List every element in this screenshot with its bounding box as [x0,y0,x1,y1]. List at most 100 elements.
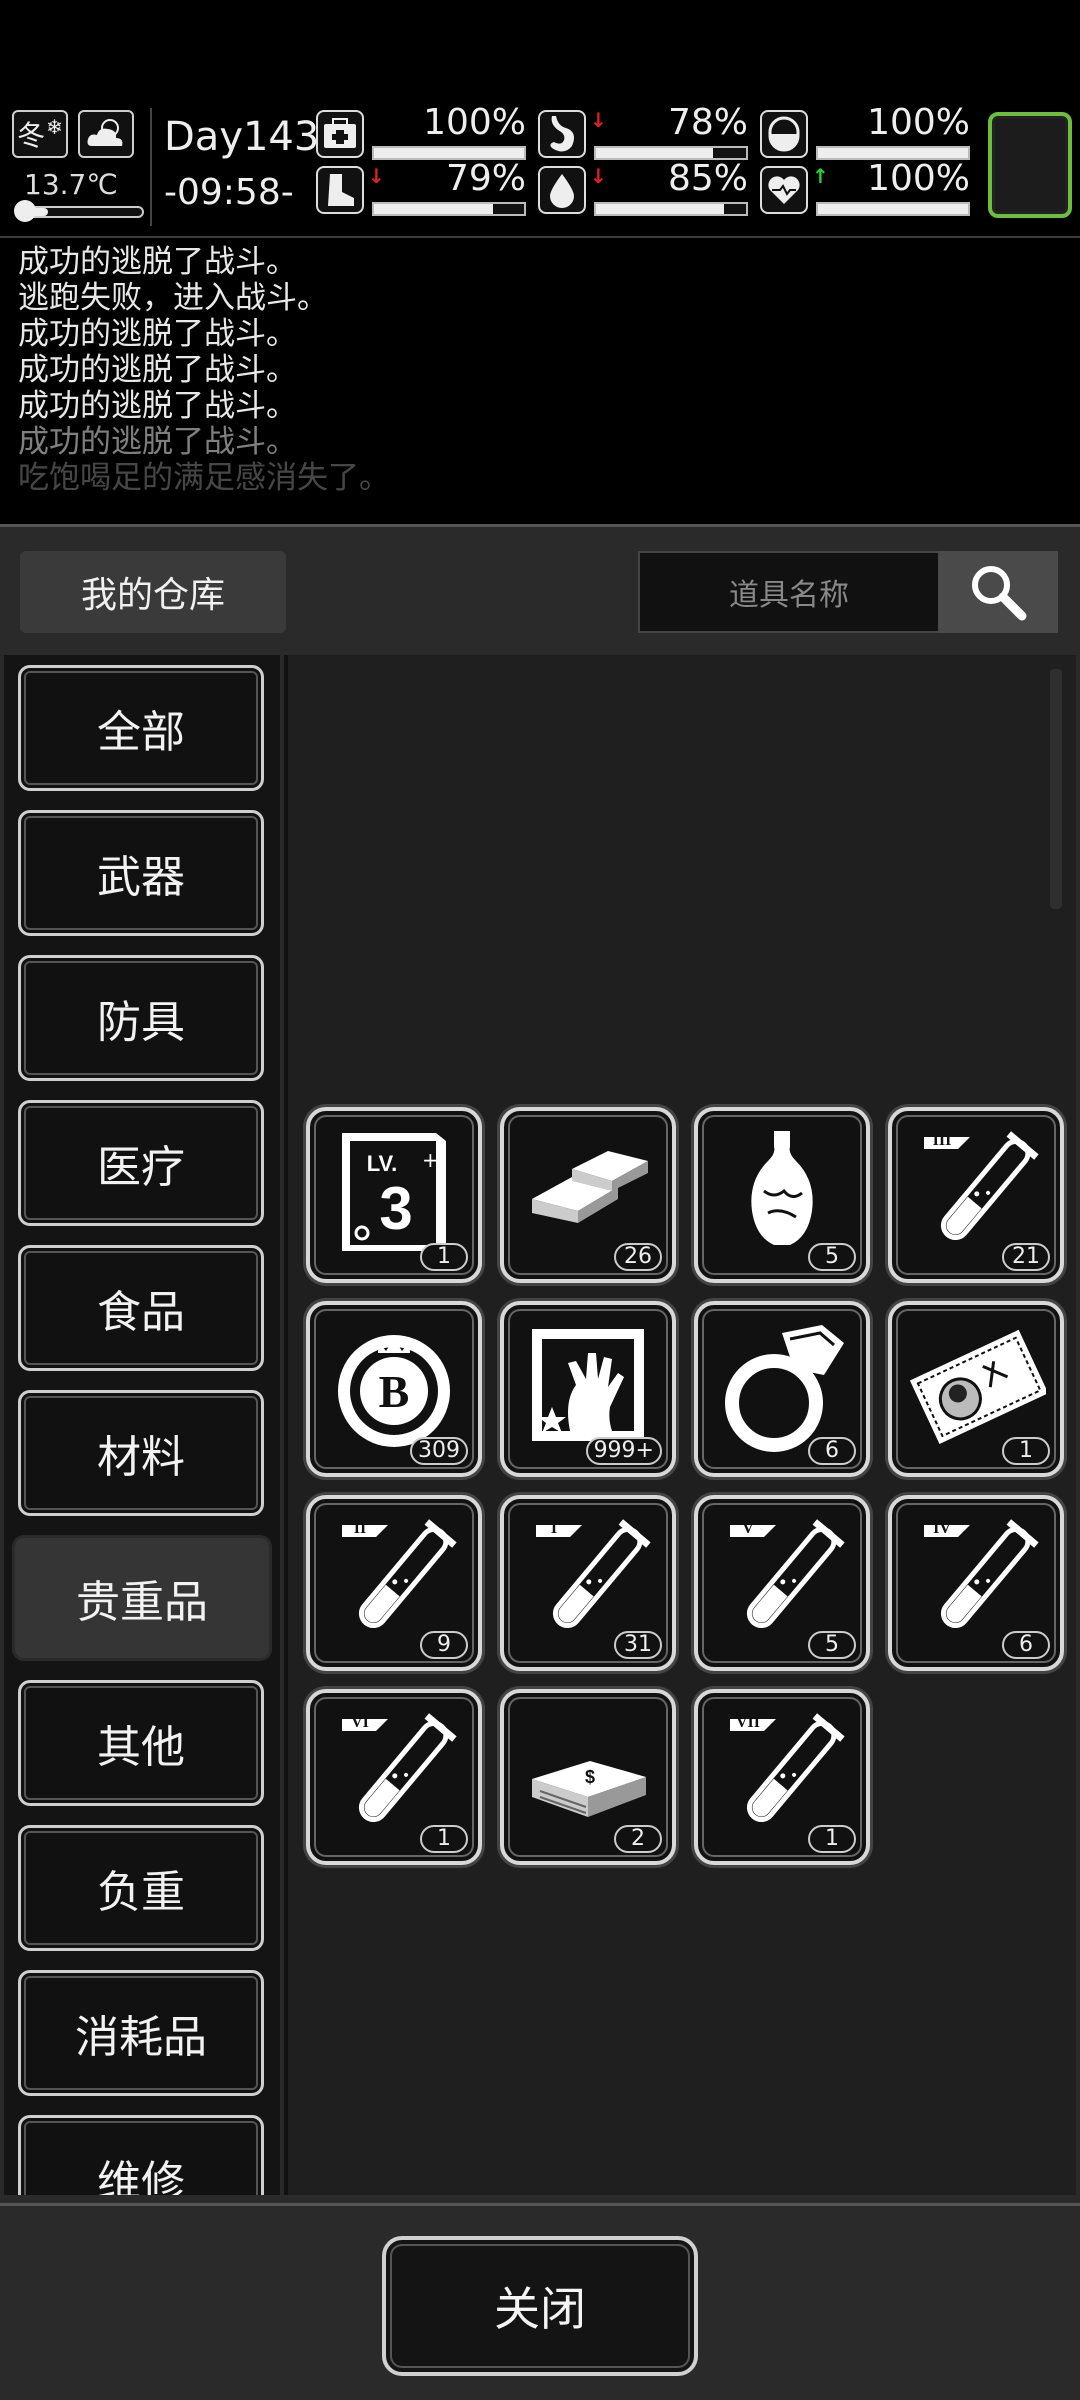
item-count-badge: 2 [614,1825,662,1853]
stat-water-drop: 85% ↓ [538,158,748,218]
category-tab[interactable]: 贵重品 [12,1535,272,1661]
test-tube-IV-icon: IV [924,1519,1039,1629]
stat-pill: 100% [760,102,970,162]
stat-value: 78% [667,102,748,143]
diamond-ring-icon [725,1325,844,1452]
category-tab[interactable]: 武器 [18,810,264,936]
bitcoin-chip-item-slot[interactable]: B 309 [306,1301,482,1477]
svg-text:B: B [379,1366,410,1417]
diamond-ring-item-slot[interactable]: 6 [694,1301,870,1477]
gold-bars-item-slot[interactable]: 26 [500,1107,676,1283]
stomach-icon [538,110,586,158]
test-tube-I-icon: I [536,1519,651,1629]
svg-text:II: II [354,1520,366,1537]
svg-text:LV.: LV. [367,1151,398,1176]
character-slot[interactable] [988,112,1072,218]
test-tube-II-icon: II [342,1519,457,1629]
test-tube-II-item-slot[interactable]: II 9 [306,1495,482,1671]
category-tab[interactable]: 负重 [18,1825,264,1951]
category-tab[interactable]: 全部 [18,665,264,791]
log-line: 成功的逃脱了战斗。 [18,424,297,460]
boot-icon [316,166,364,214]
category-tab[interactable]: 食品 [18,1245,264,1371]
item-count-badge: 1 [420,1825,468,1853]
test-tube-V-icon: V [730,1519,845,1629]
item-count-badge: 5 [808,1631,856,1659]
category-sidebar: 全部武器防具医疗食品材料贵重品其他负重消耗品维修 [4,655,280,2195]
log-line: 成功的逃脱了战斗。 [18,244,297,280]
stat-value: 100% [867,158,970,199]
stat-value: 85% [667,158,748,199]
log-line: 成功的逃脱了战斗。 [18,352,297,388]
thermometer-icon [14,200,36,222]
item-count-badge: 309 [410,1437,468,1465]
category-tab[interactable]: 防具 [18,955,264,1081]
category-tab[interactable]: 材料 [18,1390,264,1516]
gold-bars-icon [532,1151,648,1223]
temperature-gauge: 13.7℃ [12,166,144,224]
item-count-badge: 1 [808,1825,856,1853]
search-input[interactable]: 道具名称 [638,551,940,633]
svg-text:VII: VII [736,1714,760,1731]
close-button[interactable]: 关闭 [382,2236,698,2376]
log-line: 吃饱喝足的满足感消失了。 [18,460,390,496]
test-tube-VI-item-slot[interactable]: VI 1 [306,1689,482,1865]
zombie-hand-card-icon [532,1329,644,1441]
pill-icon [760,110,808,158]
item-count-badge: 9 [420,1631,468,1659]
trend-down-arrow-icon: ↓ [590,164,607,188]
category-tab[interactable]: 医疗 [18,1100,264,1226]
category-tab[interactable]: 其他 [18,1680,264,1806]
stat-value: 79% [445,158,526,199]
trend-down-arrow-icon: ↓ [368,164,385,188]
svg-text:+: + [422,1148,439,1172]
log-line: 成功的逃脱了战斗。 [18,388,297,424]
svg-text:III: III [933,1132,952,1149]
item-search: 道具名称 [638,551,1058,633]
medkit-icon [316,110,364,158]
stat-bar-fill [374,204,493,214]
status-hud: 冬 ❄ 13.7℃ Day143 -09:58- 100% 78% ↓ 100% 79% ↓… [0,98,1080,234]
bottom-bar: 关闭 [0,2203,1080,2400]
test-tube-IV-item-slot[interactable]: IV 6 [888,1495,1064,1671]
zombie-hand-card-item-slot[interactable]: 999+ [500,1301,676,1477]
test-tube-V-item-slot[interactable]: V5 [694,1495,870,1671]
log-line: 逃跑失败，进入战斗。 [18,280,328,316]
svg-text:3: 3 [379,1175,412,1242]
stat-bar [594,202,748,216]
stat-medkit: 100% [316,102,526,162]
test-tube-VII-icon: VII [730,1713,845,1823]
search-icon [972,566,1027,621]
day-counter: Day143 [164,114,320,160]
test-tube-VI-icon: VI [342,1713,457,1823]
test-tube-I-item-slot[interactable]: I 31 [500,1495,676,1671]
storage-title: 我的仓库 [20,551,286,633]
cash-stack-item-slot[interactable]: $2 [500,1689,676,1865]
svg-text:V: V [742,1520,754,1537]
stat-value: 100% [423,102,526,143]
item-count-badge: 26 [614,1243,662,1271]
category-tab[interactable]: 消耗品 [18,1970,264,2096]
item-grid: LV. 3 +1 26 5 III 21 B 309 999+ 6 1 II 9 I 31 V 5 IV 6 VI 1 $2… [284,655,1076,2195]
stat-bar-fill [374,148,524,158]
stat-bar-fill [818,148,968,158]
porcelain-vase-item-slot[interactable]: 5 [694,1107,870,1283]
season-indicator: 冬 ❄ [12,110,68,158]
level-3-book-icon: LV.3 + [342,1133,446,1251]
test-tube-III-item-slot[interactable]: III 21 [888,1107,1064,1283]
item-count-badge: 1 [420,1243,468,1271]
snowflake-icon: ❄ [46,115,63,139]
svg-text:IV: IV [933,1520,951,1537]
test-tube-VII-item-slot[interactable]: VII 1 [694,1689,870,1865]
level-3-book-item-slot[interactable]: LV. 3 +1 [306,1107,482,1283]
season-label: 冬 [17,119,46,152]
portrait-ticket-item-slot[interactable]: 1 [888,1301,1064,1477]
grid-scrollbar[interactable] [1050,669,1062,909]
stat-boot: 79% ↓ [316,158,526,218]
temperature-bar [20,206,144,218]
category-tab[interactable]: 维修 [18,2115,264,2195]
stat-bar [372,202,526,216]
search-button[interactable] [938,551,1058,633]
test-tube-III-icon: III [924,1131,1039,1241]
trend-down-arrow-icon: ↓ [590,108,607,132]
